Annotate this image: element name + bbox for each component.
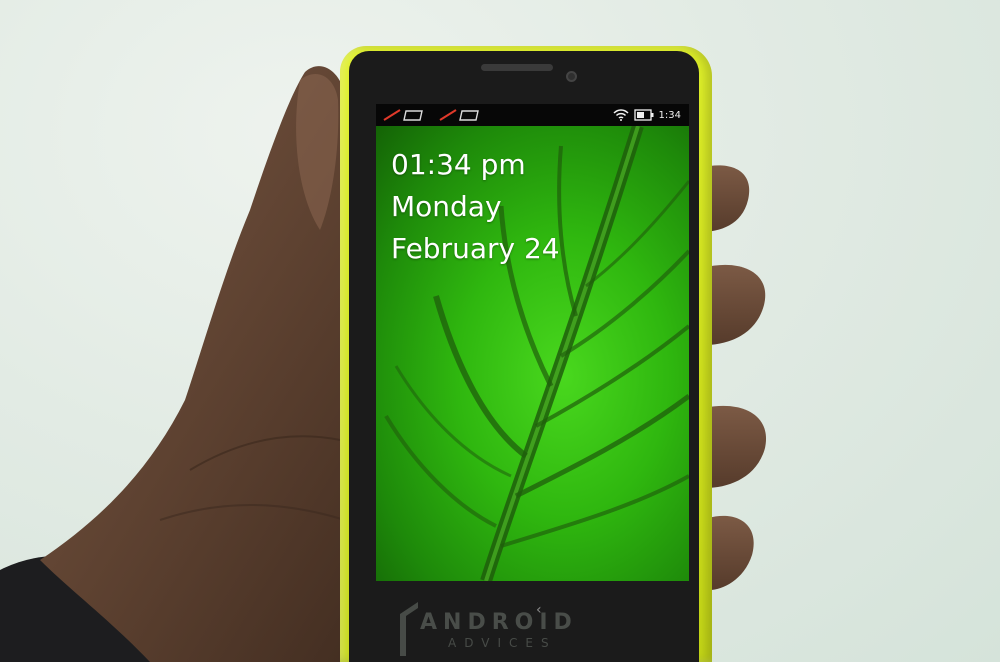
lock-screen[interactable]: 1:34 01:34 pm Monday February 24	[376, 104, 689, 581]
message-icon	[403, 110, 423, 121]
lock-screen-clock: 01:34 pm Monday February 24	[391, 144, 560, 270]
watermark-subtitle: ADVICES	[448, 636, 557, 650]
status-indicators: 1:34	[613, 107, 681, 123]
lock-date: February 24	[391, 232, 560, 265]
missed-call-icon	[439, 109, 457, 121]
photo-scene: 1:34 01:34 pm Monday February 24 ‹ ANDRO…	[0, 0, 1000, 662]
missed-call-notification-2[interactable]	[438, 109, 484, 121]
missed-call-icon	[383, 109, 401, 121]
watermark-title: ANDROID	[420, 610, 578, 635]
earpiece-speaker	[481, 64, 553, 71]
wifi-icon	[613, 109, 629, 121]
message-icon	[459, 110, 479, 121]
missed-call-notification[interactable]	[382, 109, 428, 121]
battery-icon	[633, 109, 654, 121]
phone-body: 1:34 01:34 pm Monday February 24 ‹	[340, 46, 712, 662]
lock-time: 01:34 pm	[391, 148, 526, 181]
front-camera	[566, 71, 577, 82]
watermark-logo	[400, 602, 418, 656]
lock-day: Monday	[391, 190, 502, 223]
status-bar: 1:34	[376, 104, 689, 126]
leaf-wallpaper: 01:34 pm Monday February 24	[376, 126, 689, 581]
status-time: 1:34	[658, 109, 681, 121]
phone-bezel: 1:34 01:34 pm Monday February 24 ‹	[349, 51, 699, 662]
watermark: ANDROID ADVICES	[398, 596, 618, 662]
